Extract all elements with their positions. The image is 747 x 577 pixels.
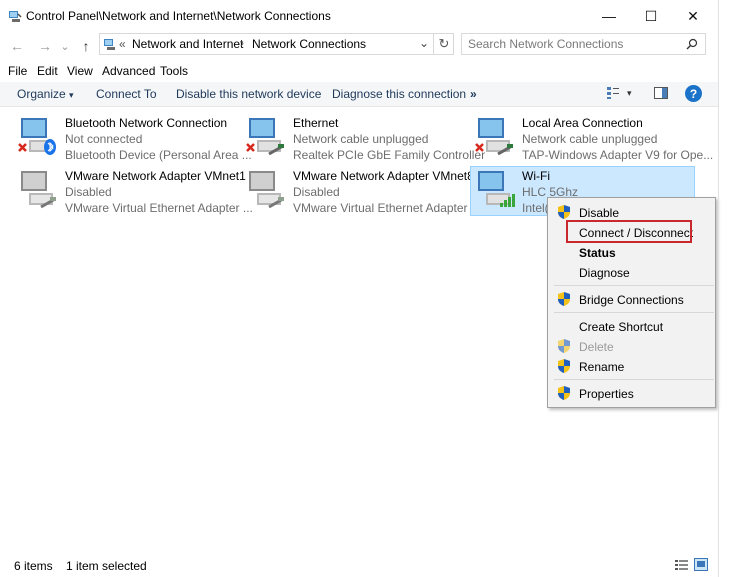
connection-item-ethernet[interactable]: Ethernet Network cable unplugged Realtek… [245, 114, 485, 162]
menu-file[interactable]: File [8, 64, 27, 80]
connection-device: Bluetooth Device (Personal Area ... [65, 148, 252, 162]
menu-properties[interactable]: Properties [579, 387, 634, 401]
connection-name: VMware Network Adapter VMnet1 [65, 169, 246, 183]
window-border [718, 0, 719, 577]
search-input[interactable]: Search Network Connections [461, 33, 706, 55]
connect-to-button[interactable]: Connect To [96, 87, 157, 101]
address-dropdown-button[interactable]: ⌄ [419, 36, 429, 50]
minimize-icon: — [602, 8, 616, 24]
help-button[interactable]: ? [685, 85, 702, 102]
connection-status: Not connected [65, 132, 143, 146]
item-count: 6 items [14, 559, 53, 573]
disabled-adapter-icon [249, 171, 284, 209]
organize-button[interactable]: Organize ▾ [17, 87, 74, 101]
network-adapter-icon [475, 118, 513, 156]
connection-status: Network cable unplugged [293, 132, 429, 146]
connection-device: VMware Virtual Ethernet Adapter ... [65, 201, 253, 215]
refresh-button[interactable]: ↻ [433, 34, 454, 54]
menu-diagnose[interactable]: Diagnose [579, 266, 630, 280]
title-bar: Control Panel\Network and Internet\Netwo… [0, 0, 747, 32]
connection-name: VMware Network Adapter VMnet8 [293, 169, 474, 183]
menu-tools[interactable]: Tools [160, 64, 188, 80]
connection-device: TAP-Windows Adapter V9 for Ope... [522, 148, 714, 162]
menu-bridge-connections[interactable]: Bridge Connections [579, 293, 684, 307]
connection-status: Network cable unplugged [522, 132, 658, 146]
details-view-icon[interactable] [675, 559, 688, 571]
menu-status[interactable]: Status [579, 246, 616, 260]
disable-device-button[interactable]: Disable this network device [176, 87, 321, 101]
window-title: Control Panel\Network and Internet\Netwo… [26, 9, 331, 23]
preview-pane-icon[interactable] [654, 87, 668, 99]
status-bar: 6 items 1 item selected [0, 556, 718, 577]
diagnose-connection-button[interactable]: Diagnose this connection [332, 87, 466, 101]
uac-shield-icon [558, 292, 570, 306]
disabled-adapter-icon [21, 171, 56, 209]
breadcrumb-network-connections[interactable]: Network Connections [252, 37, 366, 51]
menu-create-shortcut[interactable]: Create Shortcut [579, 320, 663, 334]
connection-name: Bluetooth Network Connection [65, 116, 228, 130]
connection-device: VMware Virtual Ethernet Adapter ... [293, 201, 481, 215]
connection-item-vmnet1[interactable]: VMware Network Adapter VMnet1 Disabled V… [17, 167, 253, 215]
menu-rename[interactable]: Rename [579, 360, 624, 374]
recent-locations-button[interactable]: ⌄ [59, 37, 71, 55]
connection-item-bluetooth[interactable]: Bluetooth Network Connection Not connect… [17, 114, 252, 162]
menu-separator [554, 285, 714, 286]
menu-separator [554, 379, 714, 380]
caret-down-icon: ▾ [69, 90, 74, 100]
help-icon: ? [689, 86, 698, 101]
maximize-icon: ☐ [644, 7, 658, 24]
menu-edit[interactable]: Edit [37, 64, 58, 80]
chevron-down-icon: ⌄ [60, 40, 70, 53]
connection-name: Wi-Fi [522, 169, 550, 183]
connection-name: Local Area Connection [522, 116, 643, 130]
network-connections-icon [104, 39, 115, 50]
forward-button[interactable]: → [36, 37, 54, 55]
connection-device: Intel( [522, 201, 549, 215]
maximize-button[interactable]: ☐ [628, 0, 674, 32]
uac-shield-icon [558, 339, 570, 353]
highlight-annotation-box [566, 220, 692, 243]
connection-device: Realtek PCIe GbE Family Controller [293, 148, 486, 162]
menu-separator [554, 312, 714, 313]
close-icon: ✕ [687, 7, 699, 24]
uac-shield-icon [558, 386, 570, 400]
search-icon [686, 38, 698, 50]
network-connections-icon [9, 11, 22, 22]
up-arrow-icon: ↑ [82, 38, 90, 54]
more-commands-button[interactable]: » [470, 87, 477, 101]
menu-view[interactable]: View [67, 64, 93, 80]
change-view-icon[interactable] [606, 86, 620, 100]
menu-delete: Delete [579, 340, 614, 354]
back-arrow-icon: ← [10, 38, 24, 54]
network-adapter-icon [246, 118, 284, 156]
selection-count: 1 item selected [66, 559, 147, 573]
connection-name: Ethernet [293, 116, 339, 130]
wifi-adapter-icon [478, 171, 515, 207]
up-button[interactable]: ↑ [77, 37, 95, 55]
menu-disable[interactable]: Disable [579, 206, 619, 220]
breadcrumb-separator[interactable]: › [240, 36, 244, 50]
view-options-caret-icon[interactable]: ▾ [627, 88, 632, 99]
close-button[interactable]: ✕ [670, 0, 716, 32]
search-placeholder: Search Network Connections [468, 37, 624, 51]
address-bar[interactable]: « Network and Internet › Network Connect… [99, 33, 454, 55]
network-adapter-icon [18, 118, 56, 155]
menu-advanced[interactable]: Advanced [102, 64, 155, 80]
uac-shield-icon [558, 359, 570, 373]
connection-item-vmnet8[interactable]: VMware Network Adapter VMnet8 Disabled V… [245, 167, 481, 215]
breadcrumb-overflow[interactable]: « [119, 37, 126, 51]
organize-label: Organize [17, 87, 66, 101]
breadcrumb-network-and-internet[interactable]: Network and Internet [132, 37, 243, 51]
minimize-button[interactable]: — [586, 0, 632, 32]
large-icons-view-icon[interactable] [694, 558, 708, 571]
uac-shield-icon [558, 205, 570, 219]
connection-status: Disabled [293, 185, 340, 199]
back-button[interactable]: ← [8, 37, 26, 55]
connection-status: Disabled [65, 185, 112, 199]
connection-item-local-area[interactable]: Local Area Connection Network cable unpl… [474, 114, 713, 162]
forward-arrow-icon: → [38, 38, 52, 54]
